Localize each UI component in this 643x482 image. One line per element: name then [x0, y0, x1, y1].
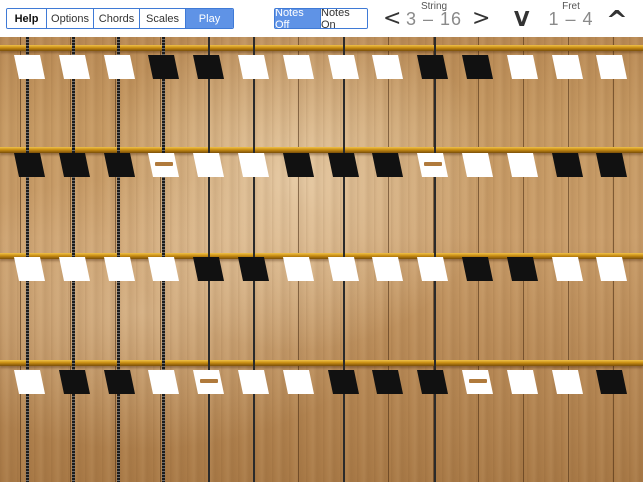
white-note-key[interactable] — [282, 55, 314, 79]
white-note-key[interactable] — [14, 257, 45, 281]
white-note-key[interactable] — [58, 257, 90, 281]
black-note-key[interactable] — [462, 257, 493, 281]
white-note-key[interactable] — [193, 153, 225, 177]
white-note-key[interactable] — [596, 257, 628, 281]
tab-help[interactable]: Help — [7, 9, 47, 28]
white-note-key[interactable] — [372, 257, 404, 281]
black-note-key[interactable] — [282, 153, 314, 177]
white-note-key[interactable] — [238, 153, 269, 177]
black-note-key[interactable] — [417, 55, 449, 79]
string-range-value: 3 – 16 — [405, 9, 463, 29]
white-note-key[interactable] — [148, 370, 180, 394]
white-note-key[interactable] — [327, 257, 359, 281]
notes-off-button[interactable]: Notes Off — [275, 9, 321, 28]
string-next-button[interactable]: > — [472, 6, 490, 32]
white-note-key[interactable] — [238, 55, 269, 79]
white-note-key[interactable] — [372, 55, 404, 79]
black-note-key[interactable] — [506, 257, 538, 281]
black-note-key[interactable] — [193, 55, 225, 79]
black-note-key[interactable] — [14, 153, 45, 177]
white-note-key[interactable] — [506, 55, 538, 79]
white-note-key[interactable] — [506, 370, 538, 394]
fret-bar — [0, 253, 643, 259]
black-note-key[interactable] — [596, 370, 628, 394]
white-note-key[interactable] — [14, 55, 45, 79]
position-marker — [200, 379, 219, 383]
string-prev-button[interactable]: < — [383, 6, 401, 32]
black-note-key[interactable] — [238, 257, 269, 281]
white-note-key[interactable] — [596, 55, 628, 79]
black-note-key[interactable] — [327, 153, 359, 177]
tab-chords[interactable]: Chords — [94, 9, 140, 28]
white-note-key[interactable] — [551, 370, 583, 394]
white-note-key[interactable] — [14, 370, 45, 394]
white-note-key[interactable] — [327, 55, 359, 79]
tab-scales[interactable]: Scales — [140, 9, 186, 28]
toolbar: Help Options Chords Scales Play Notes Of… — [0, 0, 643, 37]
black-note-key[interactable] — [193, 257, 225, 281]
fret-range-value: 1 – 4 — [548, 9, 594, 29]
position-marker — [155, 162, 174, 166]
notes-on-button[interactable]: Notes On — [321, 9, 367, 28]
black-note-key[interactable] — [417, 370, 449, 394]
black-note-key[interactable] — [58, 370, 90, 394]
fretboard[interactable] — [0, 37, 643, 482]
tab-play[interactable]: Play — [186, 9, 233, 28]
white-note-key[interactable] — [506, 153, 538, 177]
fret-bar — [0, 45, 643, 51]
black-note-key[interactable] — [596, 153, 628, 177]
black-note-key[interactable] — [103, 370, 135, 394]
fret-down-button[interactable]: V — [514, 6, 529, 32]
black-note-key[interactable] — [327, 370, 359, 394]
black-note-key[interactable] — [148, 55, 180, 79]
black-note-key[interactable] — [551, 153, 583, 177]
tab-options[interactable]: Options — [47, 9, 94, 28]
white-note-key[interactable] — [103, 257, 135, 281]
white-note-key[interactable] — [462, 153, 493, 177]
white-note-key[interactable] — [58, 55, 90, 79]
white-note-key[interactable] — [282, 257, 314, 281]
fret-bar — [0, 147, 643, 153]
black-note-key[interactable] — [103, 153, 135, 177]
white-note-key[interactable] — [551, 55, 583, 79]
position-marker — [424, 162, 443, 166]
fret-bar — [0, 360, 643, 366]
white-note-key[interactable] — [282, 370, 314, 394]
mode-tabs: Help Options Chords Scales Play — [6, 8, 234, 29]
black-note-key[interactable] — [462, 55, 493, 79]
black-note-key[interactable] — [58, 153, 90, 177]
white-note-key[interactable] — [238, 370, 269, 394]
position-marker — [469, 379, 487, 383]
notes-toggle: Notes Off Notes On — [274, 8, 368, 29]
fret-up-button[interactable]: ^ — [606, 8, 628, 34]
black-note-key[interactable] — [372, 153, 404, 177]
white-note-key[interactable] — [148, 257, 180, 281]
white-note-key[interactable] — [103, 55, 135, 79]
white-note-key[interactable] — [551, 257, 583, 281]
black-note-key[interactable] — [372, 370, 404, 394]
white-note-key[interactable] — [417, 257, 449, 281]
